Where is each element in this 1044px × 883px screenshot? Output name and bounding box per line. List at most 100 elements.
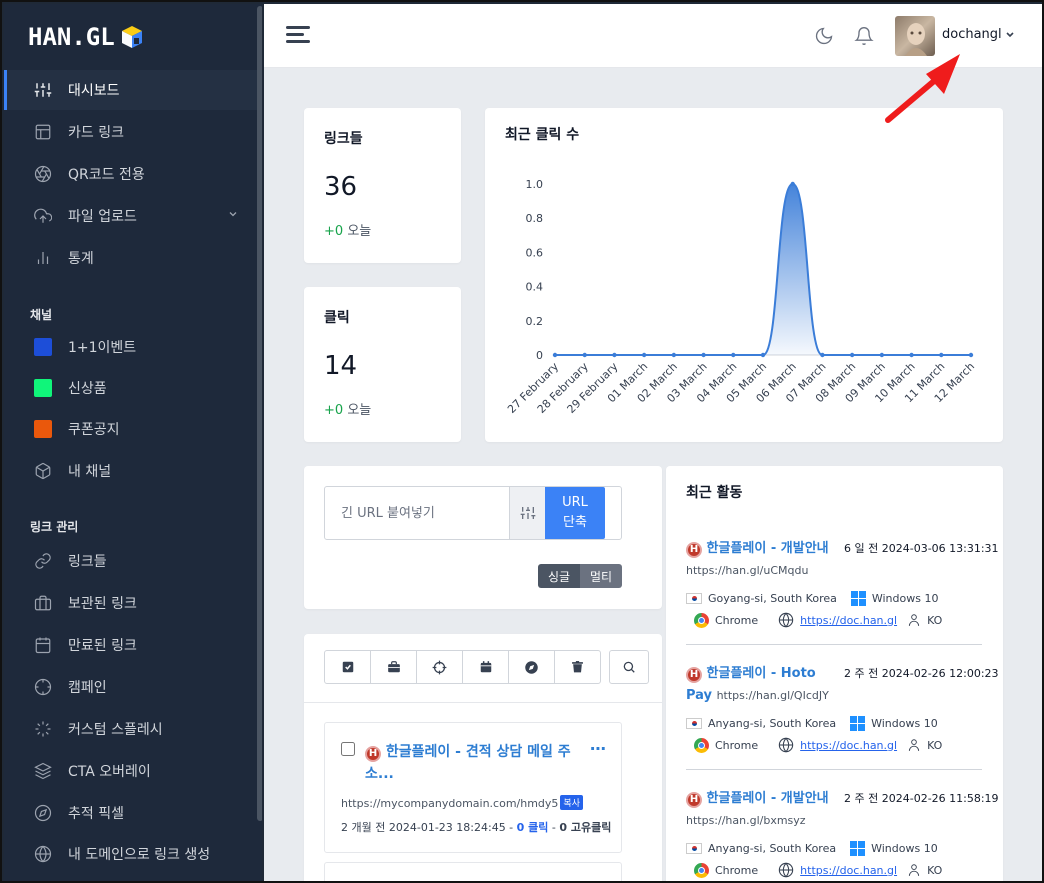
- username-label[interactable]: dochangl: [942, 27, 1002, 42]
- activity-link-name[interactable]: H 한글플레이 - 개발안내 https://han.gl/uCMqdu: [686, 538, 836, 582]
- stat-delta: +0: [324, 403, 344, 418]
- upload-cloud-icon: [34, 207, 52, 225]
- activity-referrer-link[interactable]: https://doc.han.gl: [800, 864, 897, 877]
- chevron-down-icon: [229, 212, 237, 217]
- delete-button[interactable]: [554, 650, 601, 684]
- sidebar-item-campaign[interactable]: 캠페인: [4, 667, 258, 707]
- pixel-button[interactable]: [508, 650, 555, 684]
- brand-logo[interactable]: HAN.GL: [28, 22, 143, 52]
- layout-icon: [34, 123, 52, 141]
- multi-mode-button[interactable]: 멀티: [580, 564, 622, 588]
- sidebar-scrollbar[interactable]: [257, 6, 262, 821]
- globe-icon: [778, 862, 794, 878]
- long-url-input[interactable]: [325, 487, 509, 539]
- sidebar-item-custom-domain[interactable]: 내 도메인으로 링크 생성: [4, 834, 258, 874]
- sidebar-channel-event[interactable]: 1+1이벤트: [4, 327, 258, 367]
- crosshair-icon: [432, 660, 447, 674]
- color-square-icon: [34, 379, 52, 397]
- activity-referrer-link[interactable]: https://doc.han.gl: [800, 739, 897, 752]
- options-button[interactable]: [509, 487, 545, 539]
- sidebar-item-label: CTA 오버레이: [68, 764, 151, 780]
- search-button[interactable]: [609, 650, 649, 684]
- archive-button[interactable]: [370, 650, 417, 684]
- windows-icon: [850, 716, 866, 731]
- links-toolbar: [324, 650, 601, 684]
- avatar[interactable]: [895, 16, 935, 56]
- y-tick-label: 0.4: [526, 281, 544, 294]
- url-shorten-card: URL 단축 싱글 멀티: [304, 466, 662, 609]
- activity-referrer-link[interactable]: https://doc.han.gl: [800, 614, 897, 627]
- chrome-icon: [694, 862, 709, 878]
- sidebar-item-dashboard[interactable]: 대시보드: [4, 70, 258, 110]
- stat-today: +0 오늘: [324, 220, 371, 239]
- sidebar-item-label: 파일 업로드: [68, 209, 137, 225]
- activity-client-row: Chrome https://doc.han.gl KO: [694, 862, 942, 878]
- moon-icon[interactable]: [814, 26, 834, 46]
- menu-toggle-icon[interactable]: [286, 26, 310, 44]
- activity-title: 최근 활동: [686, 485, 743, 501]
- chrome-icon: [694, 737, 709, 753]
- link-clicks[interactable]: 0 클릭: [517, 821, 549, 834]
- activity-link-name[interactable]: H 한글플레이 - 개발안내 https://han.gl/bxmsyz: [686, 788, 836, 832]
- channel-color-swatch: [34, 338, 52, 356]
- hangul-play-logo-icon: H: [365, 746, 381, 762]
- campaign-button[interactable]: [416, 650, 463, 684]
- activity-short-url[interactable]: https://han.gl/QIcdJY: [717, 689, 829, 702]
- activity-location-row: Anyang-si, South Korea Windows 10: [686, 841, 938, 856]
- channel-color-swatch: [34, 379, 52, 397]
- link-age: 2 개월 전: [341, 821, 386, 834]
- korea-flag-icon: [686, 718, 702, 729]
- activity-short-url[interactable]: https://han.gl/bxmsyz: [686, 814, 806, 827]
- sidebar-channel-coupon[interactable]: 쿠폰공지: [4, 409, 258, 449]
- activity-link-name[interactable]: H 한글플레이 - Hoto Pay https://han.gl/QIcdJY: [686, 663, 836, 707]
- stat-today: +0 오늘: [324, 399, 371, 418]
- sidebar-item-archived-links[interactable]: 보관된 링크: [4, 583, 258, 623]
- activity-time: 2 주 전 2024-02-26 12:00:23: [844, 667, 999, 680]
- activity-short-url[interactable]: https://han.gl/uCMqdu: [686, 564, 808, 577]
- select-all-button[interactable]: [324, 650, 371, 684]
- sidebar-item-qrcode[interactable]: QR코드 전용: [4, 154, 258, 194]
- sidebar-item-tracking-pixel[interactable]: 추적 픽셀: [4, 793, 258, 833]
- link-url-text[interactable]: https://mycompanydomain.com/hmdy5: [341, 797, 558, 810]
- single-mode-button[interactable]: 싱글: [538, 564, 580, 588]
- sidebar-item-cta-overlay[interactable]: CTA 오버레이: [4, 751, 258, 791]
- expire-button[interactable]: [462, 650, 509, 684]
- sidebar-item-label: 내 채널: [68, 464, 112, 480]
- sidebar-item-file-upload[interactable]: 파일 업로드: [4, 196, 258, 236]
- stat-delta: +0: [324, 224, 344, 239]
- y-tick-label: 1.0: [526, 178, 544, 191]
- check-square-icon: [342, 661, 353, 673]
- data-point: [849, 352, 855, 358]
- trash-icon: [572, 661, 583, 673]
- sidebar-item-card-link[interactable]: 카드 링크: [4, 112, 258, 152]
- data-point: [939, 352, 944, 358]
- copy-button[interactable]: 복사: [560, 795, 583, 810]
- link-date: 2024-01-23 18:24:45: [388, 821, 506, 834]
- calendar-icon: [34, 636, 52, 654]
- sidebar-item-links[interactable]: 링크들: [4, 541, 258, 581]
- link-title[interactable]: H 한글플레이 - 견적 상담 메일 주소...: [365, 741, 595, 785]
- sidebar-item-expired-links[interactable]: 만료된 링크: [4, 625, 258, 665]
- sidebar-item-my-channel[interactable]: 내 채널: [4, 451, 258, 491]
- links-stat-card: 링크들 36 +0 오늘: [304, 108, 461, 263]
- sliders-icon: [34, 81, 52, 99]
- link-item: [324, 862, 622, 881]
- app-window: HAN.GL 대시보드 카드 링크 QR코드 전용 파일 업로드 통계 채널 1…: [0, 0, 1044, 883]
- compass-icon: [34, 804, 52, 822]
- sidebar-item-stats[interactable]: 통계: [4, 238, 258, 278]
- sidebar-item-label: 내 도메인으로 링크 생성: [68, 847, 211, 863]
- chevron-down-icon[interactable]: [1005, 30, 1015, 40]
- search-icon: [623, 661, 635, 673]
- briefcase-icon: [34, 594, 52, 612]
- link-select-checkbox[interactable]: [341, 742, 355, 756]
- korea-flag-icon: [686, 593, 702, 604]
- shorten-url-button[interactable]: URL 단축: [545, 487, 605, 539]
- sidebar-item-label: 추적 픽셀: [68, 806, 124, 822]
- more-options-icon[interactable]: ⋯: [590, 739, 607, 758]
- layers-icon: [34, 762, 52, 780]
- box-icon: [34, 462, 52, 480]
- data-point: [641, 352, 647, 358]
- sidebar-channel-new-products[interactable]: 신상품: [4, 368, 258, 408]
- bell-icon[interactable]: [854, 26, 874, 46]
- sidebar-item-custom-splash[interactable]: 커스텀 스플레시: [4, 709, 258, 749]
